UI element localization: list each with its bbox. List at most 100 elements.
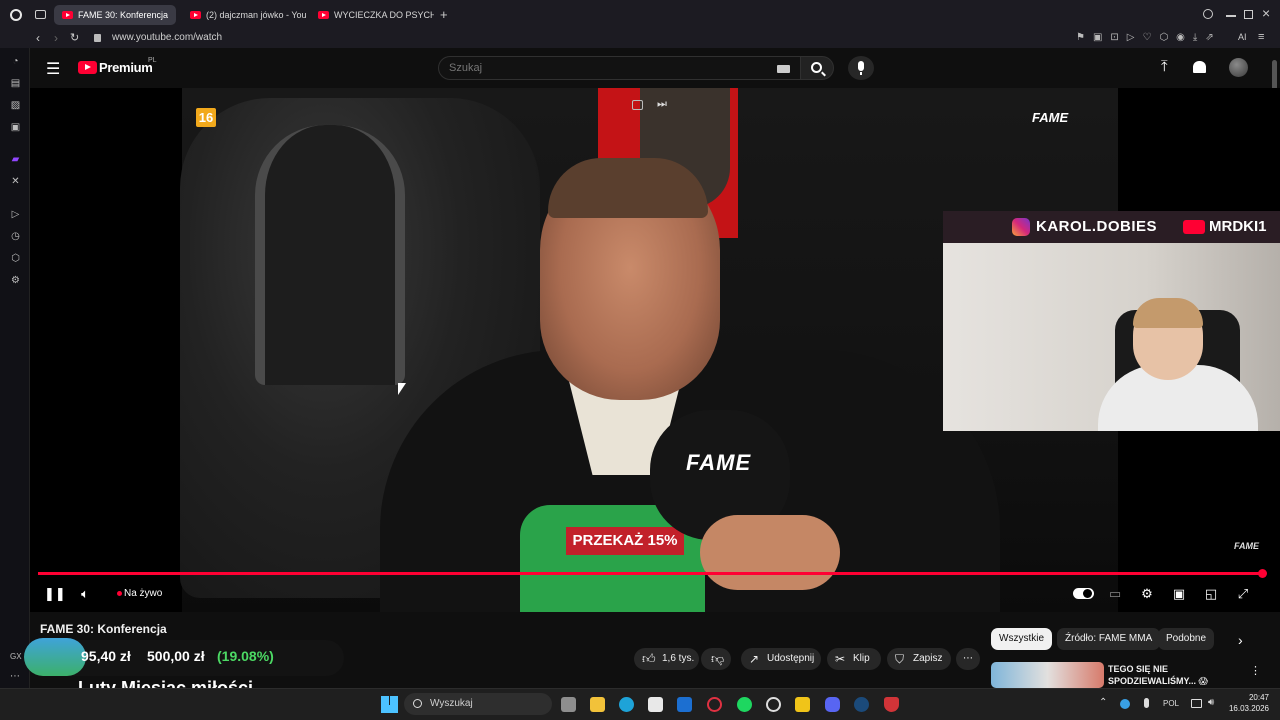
tab-dajczman[interactable]: (2) dajczman jówko - YouT	[182, 5, 306, 25]
speed-dial-icon[interactable]: ◔	[10, 56, 21, 67]
chatgpt-icon[interactable]	[766, 697, 781, 712]
tab-fame-30[interactable]: FAME 30: Konferencja	[54, 5, 176, 25]
hamburger-menu-icon[interactable]: ☰	[46, 59, 60, 79]
spotify-icon[interactable]	[737, 697, 752, 712]
twitch-icon[interactable]: ▰	[10, 154, 21, 165]
search-button[interactable]	[800, 56, 834, 80]
fame-logo-top: FAME	[1032, 110, 1069, 125]
person-hair	[548, 158, 708, 218]
search-box[interactable]	[438, 56, 802, 80]
player-icon[interactable]: ▨	[10, 100, 21, 111]
url-field[interactable]: www.youtube.com/watch	[112, 32, 222, 43]
menu-icon[interactable]: ≡	[1258, 31, 1264, 43]
chip-related[interactable]: Podobne	[1158, 628, 1215, 650]
autoplay-knob	[1083, 589, 1092, 598]
clip-button[interactable]: ✂ Klip	[827, 648, 881, 670]
search-tabs-icon[interactable]	[1203, 9, 1213, 19]
avatar[interactable]	[1229, 58, 1248, 77]
network-icon[interactable]	[1191, 699, 1202, 708]
skip-icon[interactable]: ⏭	[657, 98, 667, 111]
language-indicator[interactable]: POL	[1163, 699, 1179, 708]
youtube-logo-text[interactable]: Premium	[99, 60, 153, 75]
youtube-channel-icon	[1183, 220, 1205, 234]
recommended-thumbnail[interactable]	[991, 662, 1104, 688]
extensions-icons[interactable]: ⚑▣⊡▷♡⬡◉⤓⇗	[1076, 32, 1222, 43]
messenger-icon[interactable]: ▣	[10, 122, 21, 133]
youtube-favicon-icon	[318, 11, 329, 19]
chip-all[interactable]: Wszystkie	[991, 628, 1052, 650]
file-explorer-icon[interactable]	[590, 697, 605, 712]
save-label: Zapisz	[913, 653, 943, 664]
settings-gear-icon[interactable]: ⚙	[1139, 586, 1155, 602]
edge-icon[interactable]	[619, 697, 634, 712]
play-icon[interactable]: ▷	[10, 209, 21, 220]
age-rating-badge: 16	[196, 108, 216, 127]
app-icon[interactable]	[795, 697, 810, 712]
video-title: FAME 30: Konferencja	[40, 622, 167, 636]
volume-icon[interactable]: 🔈︎	[77, 586, 93, 602]
fame-logo-watermark: FAME	[1234, 541, 1260, 551]
taskbar-search[interactable]: Wyszukaj	[404, 693, 552, 715]
share-icon: ↗	[749, 652, 760, 666]
plus-icon[interactable]: +	[440, 7, 448, 22]
close-icon[interactable]: ×	[1262, 5, 1270, 21]
page-scrollbar[interactable]	[1272, 60, 1277, 90]
keyboard-icon[interactable]	[777, 65, 790, 73]
microphone-stand	[860, 72, 862, 75]
store-icon[interactable]	[648, 697, 663, 712]
chip-source[interactable]: Źródło: FAME MMA	[1057, 628, 1161, 650]
youtube-favicon-icon	[62, 11, 73, 19]
opera-gx-icon[interactable]	[707, 697, 722, 712]
notifications-bell-icon[interactable]	[1193, 61, 1206, 73]
settings-icon[interactable]: ⚙	[10, 275, 21, 286]
maximize-icon[interactable]	[1244, 10, 1253, 19]
outlook-icon[interactable]	[677, 697, 692, 712]
sidebar-more-icon[interactable]: ⋯	[10, 671, 20, 682]
wallet-icon[interactable]: ▤	[10, 78, 21, 89]
pause-icon[interactable]: ❚❚	[44, 586, 66, 602]
task-view-icon[interactable]	[561, 697, 576, 712]
browser-logo-icon[interactable]	[10, 9, 22, 21]
chips-next-chevron-icon[interactable]: ›	[1238, 632, 1243, 648]
like-button[interactable]: 👍︎ 1,6 tys.	[634, 648, 699, 670]
share-button[interactable]: ↗ Udostępnij	[741, 648, 821, 670]
more-actions-button[interactable]: ⋯	[956, 648, 980, 670]
save-button[interactable]: ⛉ Zapisz	[887, 648, 951, 670]
fullscreen-icon[interactable]: ⤢	[1235, 586, 1251, 602]
search-input[interactable]	[449, 60, 769, 76]
extensions-icon[interactable]: ⬡	[10, 253, 21, 264]
theater-mode-icon[interactable]: ▣	[1171, 586, 1187, 602]
volume-tray-icon[interactable]: 🔊︎	[1208, 697, 1214, 708]
tray-app-icon[interactable]	[1120, 699, 1130, 709]
minimize-icon[interactable]	[1226, 15, 1236, 17]
recommended-more-icon[interactable]: ⋮	[1250, 664, 1261, 677]
progress-bar[interactable]	[38, 572, 1264, 575]
recommended-title[interactable]: TEGO SIĘ NIE SPODZIEWALIŚMY... 😱	[1108, 663, 1228, 687]
forward-icon[interactable]: ›	[54, 31, 58, 45]
history-icon[interactable]: ◷	[10, 231, 21, 242]
discord-icon[interactable]	[825, 697, 840, 712]
shield-icon[interactable]	[884, 697, 899, 712]
back-icon[interactable]: ‹	[36, 31, 40, 45]
clock-time[interactable]: 20:47	[1231, 693, 1269, 702]
ai-button[interactable]: AI	[1238, 32, 1247, 42]
tray-chevron-icon[interactable]: ⌃	[1099, 697, 1107, 708]
workspaces-icon[interactable]	[35, 10, 46, 19]
upload-icon[interactable]: ⤒	[1161, 58, 1168, 75]
instagram-handle: KAROL.DOBIES	[1036, 218, 1158, 235]
clock-date[interactable]: 16.03.2026	[1222, 704, 1269, 713]
windows-start-icon[interactable]	[381, 696, 398, 713]
subtitles-icon[interactable]: ▭	[1107, 586, 1123, 602]
x-icon[interactable]: ✕	[10, 176, 21, 187]
cast-icon[interactable]: ◱	[1203, 586, 1219, 602]
live-label[interactable]: Na żywo	[124, 586, 162, 602]
dislike-button[interactable]: 👎︎	[701, 648, 731, 670]
tray-mic-icon[interactable]	[1144, 698, 1149, 708]
reload-icon[interactable]: ↻	[70, 31, 79, 44]
tab-wycieczka[interactable]: WYCIECZKA DO PSYCHIA	[310, 5, 434, 25]
progress-scrubber[interactable]	[1258, 569, 1267, 578]
steam-icon[interactable]	[854, 697, 869, 712]
voice-search-button[interactable]	[848, 56, 874, 80]
price-goal: 500,00 zł	[147, 648, 205, 664]
miniplayer-icon[interactable]	[632, 100, 643, 110]
